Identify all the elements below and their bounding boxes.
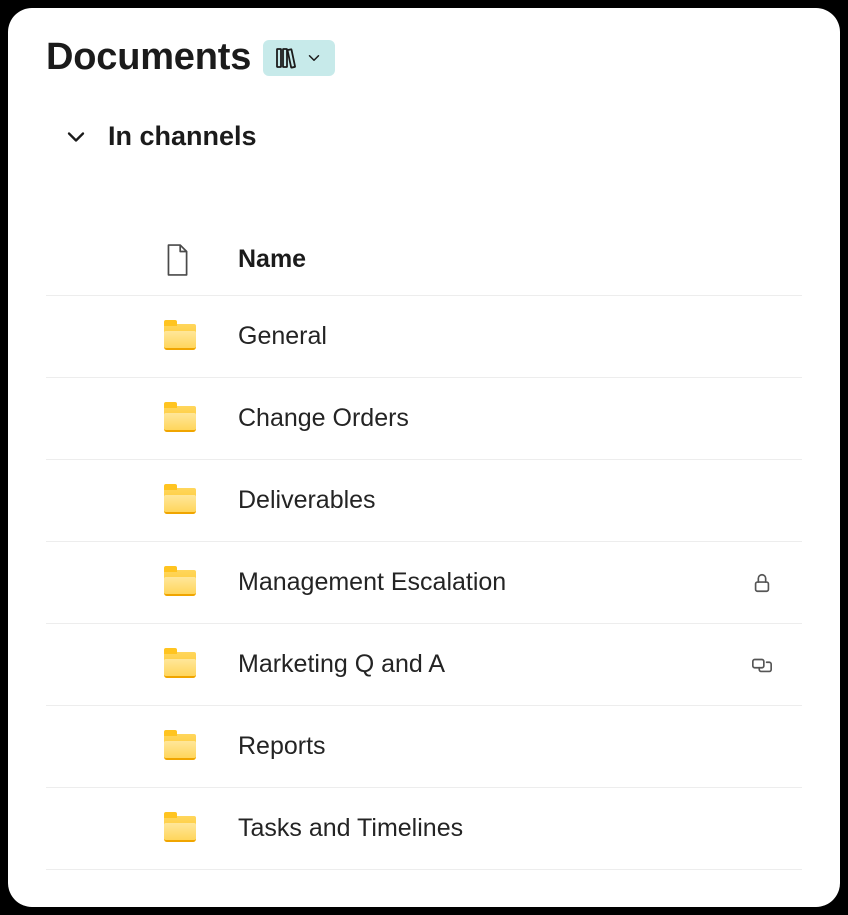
folder-name: Deliverables	[238, 486, 732, 515]
table-row[interactable]: Tasks and Timelines	[46, 788, 802, 870]
lock-icon	[732, 571, 802, 595]
column-type[interactable]	[164, 244, 238, 276]
folder-icon	[164, 816, 238, 842]
table-row[interactable]: Deliverables	[46, 460, 802, 542]
table-header: Name	[46, 224, 802, 296]
link-icon	[732, 654, 802, 676]
column-name-header[interactable]: Name	[238, 245, 732, 274]
folder-icon	[164, 488, 238, 514]
folder-icon	[164, 734, 238, 760]
folder-name: Reports	[238, 732, 732, 761]
view-switcher[interactable]	[263, 40, 335, 76]
table-row[interactable]: General	[46, 296, 802, 378]
folder-icon	[164, 324, 238, 350]
page-header: Documents	[46, 36, 802, 79]
chevron-down-icon	[62, 123, 90, 151]
folder-name: General	[238, 322, 732, 351]
library-icon	[275, 46, 299, 70]
table-row[interactable]: Change Orders	[46, 378, 802, 460]
table-row[interactable]: Management Escalation	[46, 542, 802, 624]
folder-icon	[164, 652, 238, 678]
folder-name: Management Escalation	[238, 568, 732, 597]
page-title: Documents	[46, 36, 251, 79]
file-icon	[164, 244, 190, 276]
folder-table: Name General Change Orders Deliverables Man…	[46, 224, 802, 870]
folder-name: Tasks and Timelines	[238, 814, 732, 843]
table-row[interactable]: Marketing Q and A	[46, 624, 802, 706]
folder-icon	[164, 406, 238, 432]
folder-icon	[164, 570, 238, 596]
table-row[interactable]: Reports	[46, 706, 802, 788]
chevron-down-icon	[305, 49, 323, 67]
section-in-channels[interactable]: In channels	[46, 121, 802, 152]
documents-card: Documents In channels	[8, 8, 840, 907]
section-label: In channels	[108, 121, 257, 152]
folder-name: Change Orders	[238, 404, 732, 433]
folder-name: Marketing Q and A	[238, 650, 732, 679]
